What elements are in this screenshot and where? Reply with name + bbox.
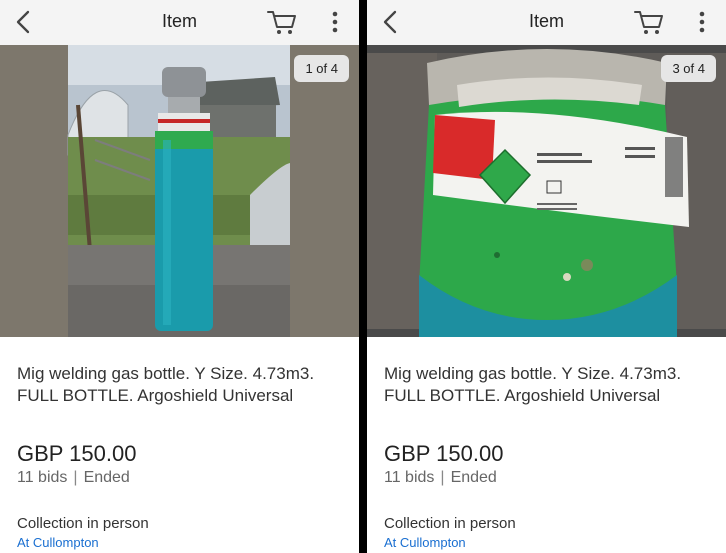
listing-status: Ended <box>83 469 130 486</box>
top-bar: Item <box>0 0 359 45</box>
bid-count: 11 bids <box>17 469 68 486</box>
page-title: Item <box>528 11 564 31</box>
item-title: Mig welding gas bottle. Y Size. 4.73m3. … <box>384 364 682 405</box>
top-bar: Item <box>367 0 726 45</box>
item-photo[interactable]: 1 of 4 <box>0 45 359 337</box>
bid-status-line: 11 bids | Ended <box>384 469 497 486</box>
delivery-method: Collection in person <box>384 515 516 532</box>
item-view-right: Item 3 of 4 Mig welding gas bottle. Y Si… <box>367 0 726 553</box>
photo-counter: 1 of 4 <box>294 55 349 82</box>
photo-counter: 3 of 4 <box>661 55 716 82</box>
screenshot: Item 1 of 4 Mig welding gas bottle. Y Si… <box>0 0 726 553</box>
bid-status-line: 11 bids | Ended <box>17 469 130 486</box>
item-price: GBP 150.00 <box>17 441 137 466</box>
more-menu-button[interactable] <box>692 9 712 35</box>
bid-count: 11 bids <box>384 469 435 486</box>
item-title: Mig welding gas bottle. Y Size. 4.73m3. … <box>17 364 315 405</box>
page-title: Item <box>161 11 197 31</box>
gas-bottle-photo-1 <box>0 45 359 337</box>
cart-icon[interactable] <box>633 8 665 36</box>
item-photo[interactable]: 3 of 4 <box>367 45 726 337</box>
item-location-link[interactable]: At Cullompton <box>17 535 99 550</box>
gas-bottle-photo-3 <box>367 45 726 337</box>
more-menu-button[interactable] <box>325 9 345 35</box>
item-price: GBP 150.00 <box>384 441 504 466</box>
listing-status: Ended <box>450 469 497 486</box>
cart-icon[interactable] <box>266 8 298 36</box>
item-view-left: Item 1 of 4 Mig welding gas bottle. Y Si… <box>0 0 359 553</box>
delivery-method: Collection in person <box>17 515 149 532</box>
item-location-link[interactable]: At Cullompton <box>384 535 466 550</box>
